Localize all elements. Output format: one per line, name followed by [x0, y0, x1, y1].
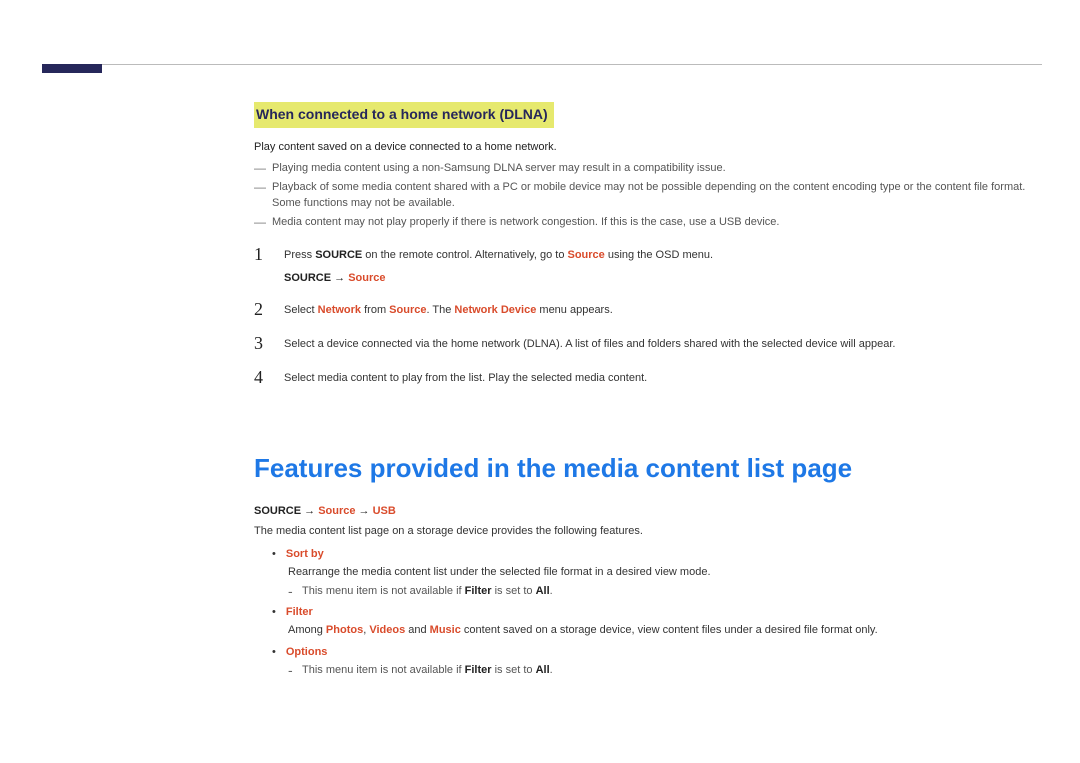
ui-accent: Network — [318, 304, 361, 316]
ui-term: SOURCE — [254, 505, 301, 517]
text: from — [361, 304, 389, 316]
note-line: Media content may not play properly if t… — [254, 215, 1054, 230]
feature-note: This menu item is not available if Filte… — [288, 584, 1054, 599]
step-body: Select Network from Source. The Network … — [284, 300, 613, 318]
step-row: 1 Press SOURCE on the remote control. Al… — [254, 245, 1054, 287]
step-number: 2 — [254, 300, 284, 320]
list-item: Options This menu item is not available … — [272, 645, 1054, 679]
content-area: When connected to a home network (DLNA) … — [254, 102, 1054, 679]
section-title: Features provided in the media content l… — [254, 450, 1054, 486]
ui-term: SOURCE — [315, 249, 362, 261]
step-number: 4 — [254, 368, 284, 388]
text: content saved on a storage device, view … — [461, 624, 878, 636]
feature-name: Options — [286, 646, 328, 658]
side-marker — [42, 64, 102, 73]
text: Select — [284, 304, 318, 316]
step-body: Select a device connected via the home n… — [284, 334, 895, 352]
ui-accent: Source — [318, 505, 355, 517]
step-body: Press SOURCE on the remote control. Alte… — [284, 245, 713, 287]
step-body: Select media content to play from the li… — [284, 368, 647, 386]
text: and — [405, 624, 429, 636]
arrow: → — [355, 505, 372, 517]
text: Among — [288, 624, 326, 636]
text: . — [550, 585, 553, 597]
feature-name: Filter — [286, 606, 313, 618]
ui-term: Filter — [465, 585, 492, 597]
list-item: Sort by Rearrange the media content list… — [272, 547, 1054, 599]
text: is set to — [492, 664, 536, 676]
arrow: → — [331, 272, 348, 284]
document-page: When connected to a home network (DLNA) … — [0, 0, 1080, 763]
ui-term: SOURCE — [284, 272, 331, 284]
top-divider — [42, 64, 1042, 65]
section-subheading: When connected to a home network (DLNA) — [254, 102, 554, 128]
ui-accent: Videos — [369, 624, 405, 636]
ui-term: All — [536, 664, 550, 676]
step-row: 2 Select Network from Source. The Networ… — [254, 300, 1054, 320]
ui-accent: Source — [348, 272, 385, 284]
feature-list: Sort by Rearrange the media content list… — [272, 547, 1054, 679]
step-row: 3 Select a device connected via the home… — [254, 334, 1054, 354]
text: This menu item is not available if — [302, 664, 465, 676]
arrow: → — [301, 505, 318, 517]
text: Press — [284, 249, 315, 261]
step-number: 1 — [254, 245, 284, 265]
note-line: Playback of some media content shared wi… — [254, 180, 1054, 211]
step-row: 4 Select media content to play from the … — [254, 368, 1054, 388]
ui-term: Filter — [465, 664, 492, 676]
ui-accent: Source — [389, 304, 426, 316]
text: using the OSD menu. — [605, 249, 713, 261]
note-line: Playing media content using a non-Samsun… — [254, 161, 1054, 176]
text: . — [550, 664, 553, 676]
ui-accent: USB — [373, 505, 396, 517]
text: . The — [426, 304, 454, 316]
intro-text: Play content saved on a device connected… — [254, 140, 1054, 155]
text: on the remote control. Alternatively, go… — [362, 249, 567, 261]
ui-accent: Network Device — [454, 304, 536, 316]
step-number: 3 — [254, 334, 284, 354]
ui-accent: Source — [568, 249, 605, 261]
text: This menu item is not available if — [302, 585, 465, 597]
nav-path: SOURCE → Source → USB — [254, 504, 1054, 519]
ui-term: All — [536, 585, 550, 597]
feature-desc: Among Photos, Videos and Music content s… — [288, 623, 1054, 638]
ui-accent: Music — [430, 624, 461, 636]
feature-note: This menu item is not available if Filte… — [288, 663, 1054, 678]
text: is set to — [492, 585, 536, 597]
text: menu appears. — [536, 304, 612, 316]
steps-list: 1 Press SOURCE on the remote control. Al… — [254, 245, 1054, 388]
feature-name: Sort by — [286, 548, 324, 560]
ui-accent: Photos — [326, 624, 363, 636]
list-item: Filter Among Photos, Videos and Music co… — [272, 605, 1054, 639]
section-desc: The media content list page on a storage… — [254, 524, 1054, 539]
feature-desc: Rearrange the media content list under t… — [288, 565, 1054, 580]
